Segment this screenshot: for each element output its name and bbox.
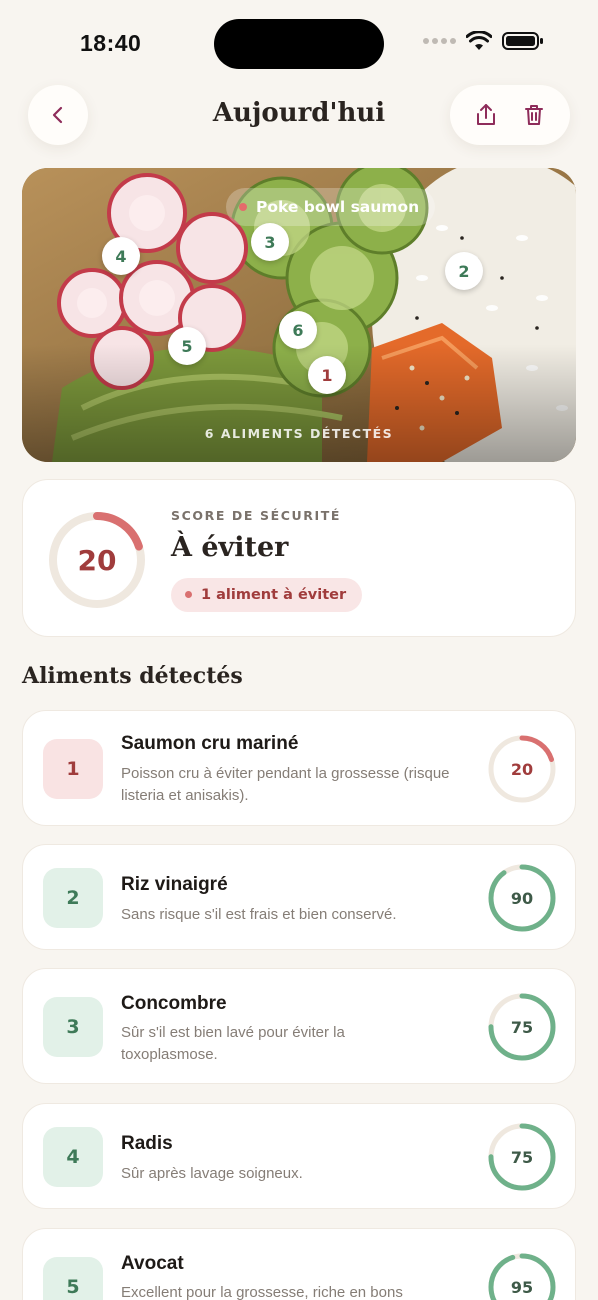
food-card-1[interactable]: 1 Saumon cru mariné Poisson cru à éviter… xyxy=(22,710,576,826)
food-score-value: 90 xyxy=(510,888,534,908)
food-number: 3 xyxy=(43,997,103,1057)
food-score-value: 20 xyxy=(510,759,534,779)
food-number: 1 xyxy=(43,739,103,799)
section-title: Aliments détectés xyxy=(22,663,243,689)
food-number: 4 xyxy=(43,1127,103,1187)
food-marker-5[interactable]: 5 xyxy=(168,327,206,365)
meal-photo[interactable]: Poke bowl saumon 1 2 3 4 5 6 6 ALIMENTS … xyxy=(22,168,576,462)
food-marker-6[interactable]: 6 xyxy=(279,311,317,349)
food-marker-4[interactable]: 4 xyxy=(102,237,140,275)
share-icon xyxy=(477,104,495,125)
food-card-2[interactable]: 2 Riz vinaigré Sans risque s'il est frai… xyxy=(22,844,576,950)
food-score-value: 95 xyxy=(510,1277,534,1297)
food-card-4[interactable]: 4 Radis Sûr après lavage soigneux. 75 xyxy=(22,1103,576,1209)
food-name: Avocat xyxy=(121,1253,184,1274)
food-number: 5 xyxy=(43,1257,103,1300)
score-verdict: À éviter xyxy=(171,532,289,563)
header-actions xyxy=(450,85,570,145)
food-description: Sûr après lavage soigneux. xyxy=(121,1165,303,1182)
wifi-icon xyxy=(466,31,492,51)
food-description: Sûr s'il est bien lavé pour éviter la to… xyxy=(121,1024,345,1063)
score-value: 20 xyxy=(77,543,117,577)
food-description: Poisson cru à éviter pendant la grossess… xyxy=(121,765,450,804)
score-label: SCORE DE SÉCURITÉ xyxy=(171,508,341,523)
food-name: Concombre xyxy=(121,993,227,1014)
food-marker-3[interactable]: 3 xyxy=(251,223,289,261)
status-icons xyxy=(423,31,544,51)
food-description: Sans risque s'il est frais et bien conse… xyxy=(121,906,397,923)
food-name: Riz vinaigré xyxy=(121,874,228,895)
delete-button[interactable] xyxy=(523,103,545,127)
detected-count: 6 ALIMENTS DÉTECTÉS xyxy=(204,426,394,441)
food-description: Excellent pour la grossesse, riche en bo… xyxy=(121,1284,403,1300)
header: Aujourd'hui xyxy=(0,84,598,146)
avoid-count-badge: 1 aliment à éviter xyxy=(171,578,363,612)
food-name: Saumon cru mariné xyxy=(121,733,299,754)
dynamic-island xyxy=(214,19,384,69)
status-time: 18:40 xyxy=(80,30,142,56)
food-card-5[interactable]: 5 Avocat Excellent pour la grossesse, ri… xyxy=(22,1228,576,1300)
dish-name-pill: Poke bowl saumon xyxy=(226,188,436,226)
food-marker-1[interactable]: 1 xyxy=(308,356,346,394)
food-marker-2[interactable]: 2 xyxy=(445,252,483,290)
food-score-value: 75 xyxy=(510,1017,534,1037)
food-number: 2 xyxy=(43,868,103,928)
food-card-3[interactable]: 3 Concombre Sûr s'il est bien lavé pour … xyxy=(22,968,576,1084)
food-name: Radis xyxy=(121,1133,173,1154)
food-score-value: 75 xyxy=(510,1147,534,1167)
status-bar: 18:40 xyxy=(0,0,598,84)
safety-score-card: 20 SCORE DE SÉCURITÉ À éviter 1 aliment … xyxy=(22,479,576,637)
share-button[interactable] xyxy=(475,103,497,127)
signal-icon xyxy=(423,38,456,44)
trash-icon xyxy=(525,105,543,125)
battery-icon xyxy=(502,31,544,51)
